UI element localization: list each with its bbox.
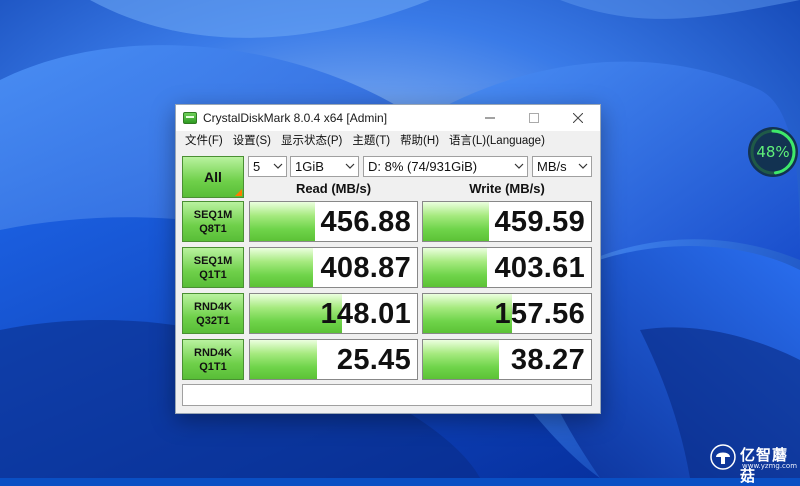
test-size-value: 1GiB (295, 159, 324, 174)
test-params: Q1T1 (199, 268, 227, 281)
write-result-rnd4k-q1t1: 38.27 (422, 339, 592, 380)
test-name: RND4K (194, 300, 232, 313)
write-bar (423, 202, 489, 241)
seq1m-q1t1-button[interactable]: SEQ1M Q1T1 (182, 247, 244, 288)
read-value: 148.01 (320, 298, 411, 330)
rnd4k-q1t1-button[interactable]: RND4K Q1T1 (182, 339, 244, 380)
performance-gauge[interactable]: 48% (746, 125, 800, 179)
read-result-seq1m-q8t1: 456.88 (249, 201, 418, 242)
test-name: RND4K (194, 346, 232, 359)
read-result-seq1m-q1t1: 408.87 (249, 247, 418, 288)
write-value: 459.59 (494, 206, 585, 238)
read-value: 456.88 (320, 206, 411, 238)
read-bar (250, 248, 314, 287)
unit-value: MB/s (537, 159, 567, 174)
unit-select[interactable]: MB/s (532, 156, 592, 177)
minimize-icon (485, 117, 495, 119)
test-count-value: 5 (253, 159, 261, 174)
chevron-down-icon (578, 163, 588, 169)
window-title: CrystalDiskMark 8.0.4 x64 [Admin] (203, 111, 388, 125)
read-result-rnd4k-q1t1: 25.45 (249, 339, 418, 380)
menu-language[interactable]: 语言(L)(Language) (444, 131, 550, 151)
watermark: 亿智蘑菇 www.yzmg.com (710, 442, 800, 485)
comment-field[interactable] (182, 384, 592, 406)
menu-bar: 文件(F) 设置(S) 显示状态(P) 主题(T) 帮助(H) 语言(L)(La… (176, 131, 600, 151)
close-icon (573, 113, 583, 123)
drive-value: D: 8% (74/931GiB) (368, 159, 478, 174)
write-result-seq1m-q8t1: 459.59 (422, 201, 592, 242)
menu-file[interactable]: 文件(F) (180, 131, 228, 151)
write-column-header: Write (MB/s) (469, 181, 545, 196)
test-size-select[interactable]: 1GiB (290, 156, 359, 177)
drive-select[interactable]: D: 8% (74/931GiB) (363, 156, 528, 177)
mushroom-logo-icon (710, 444, 736, 470)
read-value: 408.87 (320, 252, 411, 284)
crystaldiskmark-window: CrystalDiskMark 8.0.4 x64 [Admin] 文件(F) … (175, 104, 601, 414)
read-result-rnd4k-q32t1: 148.01 (249, 293, 418, 334)
chevron-down-icon (345, 163, 355, 169)
watermark-url: www.yzmg.com (742, 462, 798, 470)
chevron-down-icon (273, 163, 283, 169)
read-value: 25.45 (336, 344, 411, 376)
read-bar (250, 202, 316, 241)
all-button[interactable]: All (182, 156, 244, 198)
window-controls (468, 105, 600, 131)
benchmark-panel: All 5 1GiB D: 8% (74/931GiB) MB/s Read (… (176, 151, 600, 411)
close-button[interactable] (556, 105, 600, 131)
write-bar (423, 248, 487, 287)
menu-help[interactable]: 帮助(H) (395, 131, 444, 151)
menu-view[interactable]: 显示状态(P) (276, 131, 347, 151)
write-bar (423, 340, 499, 379)
menu-settings[interactable]: 设置(S) (228, 131, 276, 151)
write-value: 38.27 (510, 344, 585, 376)
minimize-button[interactable] (468, 105, 512, 131)
test-name: SEQ1M (193, 254, 233, 267)
test-params: Q1T1 (199, 360, 227, 373)
maximize-button[interactable] (512, 105, 556, 131)
title-bar[interactable]: CrystalDiskMark 8.0.4 x64 [Admin] (176, 105, 600, 131)
chevron-down-icon (514, 163, 524, 169)
write-value: 403.61 (494, 252, 585, 284)
write-value: 157.56 (494, 298, 585, 330)
write-result-rnd4k-q32t1: 157.56 (422, 293, 592, 334)
write-result-seq1m-q1t1: 403.61 (422, 247, 592, 288)
app-icon (183, 112, 197, 124)
seq1m-q8t1-button[interactable]: SEQ1M Q8T1 (182, 201, 244, 242)
read-column-header: Read (MB/s) (295, 181, 372, 196)
gauge-percent: 48% (756, 143, 790, 161)
maximize-icon (529, 113, 539, 123)
test-name: SEQ1M (193, 208, 233, 221)
test-params: Q32T1 (196, 314, 230, 327)
test-params: Q8T1 (199, 222, 227, 235)
test-count-select[interactable]: 5 (248, 156, 287, 177)
rnd4k-q32t1-button[interactable]: RND4K Q32T1 (182, 293, 244, 334)
menu-theme[interactable]: 主题(T) (347, 131, 395, 151)
read-bar (250, 340, 317, 379)
